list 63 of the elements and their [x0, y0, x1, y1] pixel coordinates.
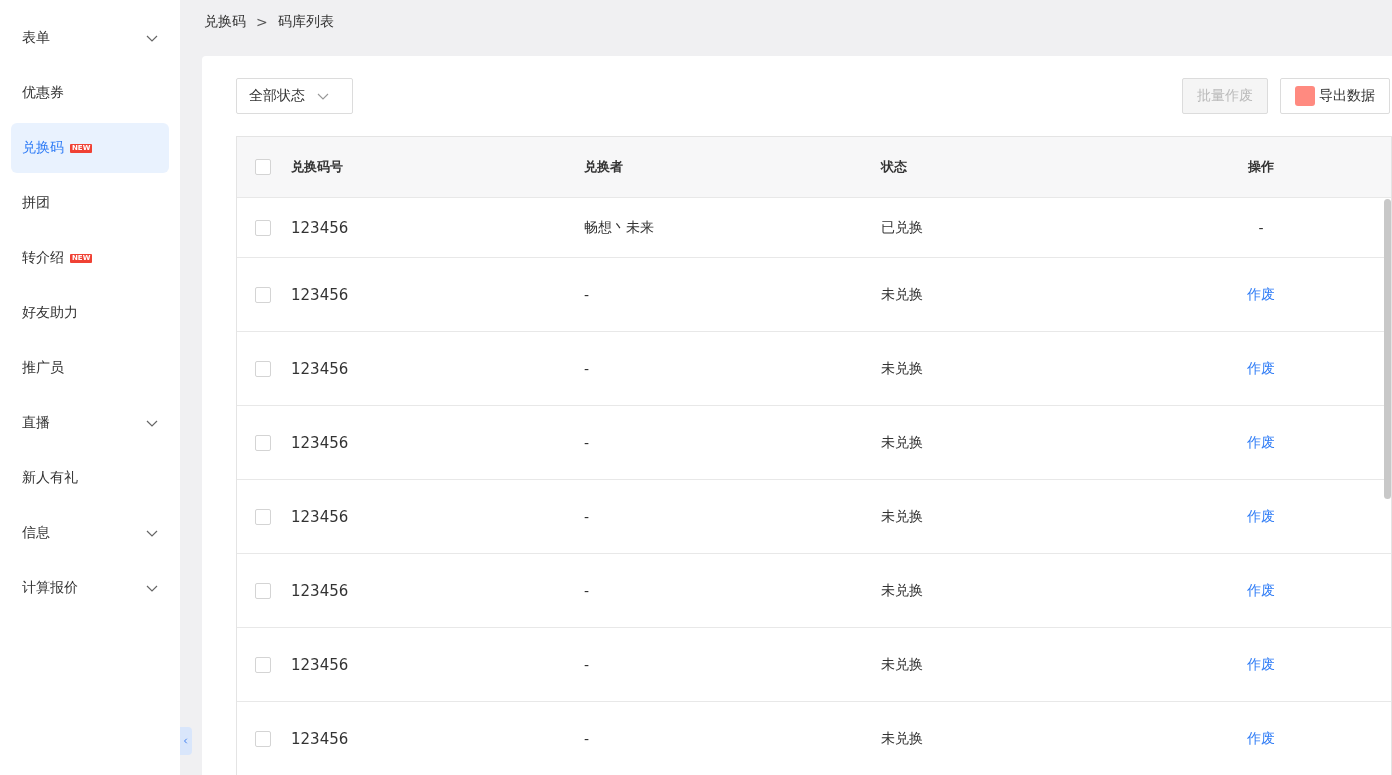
table-cell: 未兑换 — [881, 359, 923, 376]
table-cell: - — [584, 582, 590, 599]
column-header: 状态 — [881, 159, 907, 174]
table-cell: 未兑换 — [881, 507, 923, 524]
select-all-checkbox[interactable] — [255, 159, 271, 175]
table-cell: 123456 — [291, 218, 349, 237]
column-header: 兑换者 — [584, 159, 623, 174]
table-cell: 畅想丶未来 — [584, 218, 654, 235]
void-link[interactable]: 作废 — [1247, 285, 1275, 302]
row-checkbox[interactable] — [255, 286, 271, 303]
table-cell: 未兑换 — [881, 729, 923, 746]
chevron-left-icon — [183, 737, 189, 745]
sidebar-item[interactable]: 优惠券 — [11, 68, 169, 118]
table-cell: 123456 — [291, 729, 349, 748]
void-link[interactable]: 作废 — [1247, 359, 1275, 376]
row-checkbox[interactable] — [255, 656, 271, 673]
sidebar-item[interactable]: 信息 — [11, 508, 169, 558]
void-link[interactable]: 作废 — [1247, 507, 1275, 524]
table-cell: - — [1258, 219, 1264, 236]
column-header: 操作 — [1248, 159, 1274, 174]
void-link[interactable]: 作废 — [1247, 655, 1275, 672]
table-cell: 123456 — [291, 655, 349, 674]
status-dropdown[interactable]: 全部状态 — [236, 78, 353, 114]
table-cell: 123456 — [291, 285, 349, 304]
table-cell: 未兑换 — [881, 433, 923, 450]
breadcrumb-link[interactable]: 兑换码 — [204, 13, 246, 31]
sidebar-item[interactable]: 新人有礼 — [11, 453, 169, 503]
export-icon — [1295, 86, 1315, 106]
table-cell: 未兑换 — [881, 581, 923, 598]
table-cell: 123456 — [291, 433, 349, 452]
table-cell: 123456 — [291, 359, 349, 378]
scrollbar[interactable] — [1384, 199, 1391, 499]
row-checkbox[interactable] — [255, 360, 271, 377]
sidebar-item[interactable]: 推广员 — [11, 343, 169, 393]
sidebar-item[interactable]: 计算报价 — [11, 563, 169, 613]
row-checkbox[interactable] — [255, 582, 271, 599]
sidebar-item[interactable]: 拼团 — [11, 178, 169, 228]
table-cell: - — [584, 656, 590, 673]
table-cell: 已兑换 — [881, 218, 923, 235]
table-cell: - — [584, 360, 590, 377]
column-header: 兑换码号 — [291, 159, 343, 174]
row-checkbox[interactable] — [255, 434, 271, 451]
table-cell: 123456 — [291, 507, 349, 526]
void-link[interactable]: 作废 — [1247, 729, 1275, 746]
void-link[interactable]: 作废 — [1247, 433, 1275, 450]
breadcrumb-current: 码库列表 — [277, 13, 334, 31]
row-checkbox[interactable] — [255, 730, 271, 747]
row-checkbox[interactable] — [255, 219, 271, 236]
table-cell: 123456 — [291, 581, 349, 600]
table-cell: - — [584, 434, 590, 451]
table-cell: 未兑换 — [881, 655, 923, 672]
toolbar-button[interactable]: 导出数据 — [1280, 78, 1390, 114]
collapse-sidebar-button[interactable] — [180, 727, 192, 755]
table-cell: 未兑换 — [881, 285, 923, 302]
table-cell: - — [584, 730, 590, 747]
table-cell: - — [584, 508, 590, 525]
breadcrumb-separator: > — [256, 14, 268, 30]
sidebar-item[interactable]: 表单 — [11, 13, 169, 63]
sidebar-item[interactable]: 好友助力 — [11, 288, 169, 338]
table-cell: - — [584, 286, 590, 303]
void-link[interactable]: 作废 — [1247, 581, 1275, 598]
sidebar-item[interactable]: 直播 — [11, 398, 169, 448]
row-checkbox[interactable] — [255, 508, 271, 525]
